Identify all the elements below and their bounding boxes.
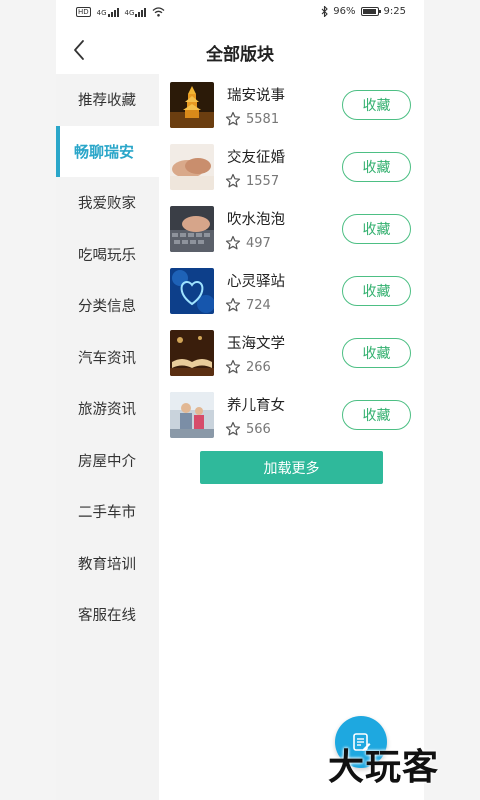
forum-list: 瑞安说事 5581 收藏 交友征婚 1557 收藏 吹水泡泡 497 收藏 心灵… — [159, 74, 424, 800]
sidebar-item-classifieds[interactable]: 分类信息 — [56, 280, 159, 332]
top-bar: 全部版块 — [56, 26, 424, 74]
list-item[interactable]: 交友征婚 1557 收藏 — [159, 136, 424, 198]
network-1: 4G — [97, 7, 119, 17]
list-item[interactable]: 心灵驿站 724 收藏 — [159, 260, 424, 322]
favorite-button[interactable]: 收藏 — [342, 338, 411, 368]
keyboard-typing-image — [170, 206, 214, 252]
list-item[interactable]: 玉海文学 266 收藏 — [159, 322, 424, 384]
blue-heart-image — [170, 268, 214, 314]
sidebar-item-label: 畅聊瑞安 — [74, 142, 135, 161]
follower-count: 5581 — [246, 112, 280, 127]
list-item[interactable]: 瑞安说事 5581 收藏 — [159, 74, 424, 136]
star-icon — [225, 297, 241, 312]
sidebar-item-travel-news[interactable]: 旅游资讯 — [56, 383, 159, 435]
follower-count: 724 — [246, 298, 271, 313]
follower-count: 566 — [246, 422, 271, 437]
load-more-button[interactable]: 加载更多 — [200, 451, 383, 484]
sidebar-item-label: 房屋中介 — [78, 453, 136, 470]
wifi-icon — [153, 7, 165, 17]
sidebar-item-label: 教育培训 — [78, 556, 136, 573]
battery-percent: 96% — [333, 6, 356, 17]
holding-hands-image — [170, 144, 214, 190]
follower-count: 1557 — [246, 174, 280, 189]
pagoda-night-image — [170, 82, 214, 128]
list-item[interactable]: 养儿育女 566 收藏 — [159, 384, 424, 446]
network-2: 4G — [125, 7, 147, 17]
battery-icon — [360, 7, 381, 16]
sidebar-item-used-cars[interactable]: 二手车市 — [56, 486, 159, 538]
status-right: 96% 9:25 — [321, 6, 406, 17]
sidebar-item-label: 推荐收藏 — [78, 93, 136, 110]
sidebar-item-auto-news[interactable]: 汽车资讯 — [56, 332, 159, 384]
sidebar-item-label: 旅游资讯 — [78, 402, 136, 419]
forum-title: 养儿育女 — [227, 398, 285, 414]
follower-count: 497 — [246, 236, 271, 251]
clock: 9:25 — [383, 6, 406, 17]
star-icon — [225, 421, 241, 436]
sidebar-item-label: 客服在线 — [78, 608, 136, 625]
forum-title: 交友征婚 — [227, 150, 285, 166]
star-icon — [225, 235, 241, 250]
sidebar-item-real-estate[interactable]: 房屋中介 — [56, 435, 159, 487]
family-photo-image — [170, 392, 214, 438]
sidebar-item-support[interactable]: 客服在线 — [56, 589, 159, 641]
sidebar-item-label: 汽车资讯 — [78, 350, 136, 367]
hd-badge: HD — [76, 7, 91, 17]
sidebar-item-label: 吃喝玩乐 — [78, 247, 136, 264]
favorite-button[interactable]: 收藏 — [342, 152, 411, 182]
signal-icon — [107, 7, 119, 17]
forum-title: 瑞安说事 — [227, 88, 285, 104]
status-bar: HD 4G 4G 96% 9:25 — [56, 0, 424, 26]
favorite-button[interactable]: 收藏 — [342, 214, 411, 244]
follower-count: 266 — [246, 360, 271, 375]
list-item[interactable]: 吹水泡泡 497 收藏 — [159, 198, 424, 260]
sidebar-item-recommended[interactable]: 推荐收藏 — [56, 74, 159, 126]
favorite-button[interactable]: 收藏 — [342, 276, 411, 306]
star-icon — [225, 111, 241, 126]
sidebar-item-shopping[interactable]: 我爱败家 — [56, 177, 159, 229]
sidebar-item-food-fun[interactable]: 吃喝玩乐 — [56, 229, 159, 281]
sidebar-item-label: 我爱败家 — [78, 196, 136, 213]
star-icon — [225, 173, 241, 188]
open-book-image — [170, 330, 214, 376]
watermark-logo: 大玩客 — [328, 747, 440, 788]
forum-title: 玉海文学 — [227, 336, 285, 352]
sidebar-item-label: 二手车市 — [78, 505, 136, 522]
bluetooth-icon — [321, 6, 329, 17]
page-title: 全部版块 — [206, 45, 274, 65]
sidebar-item-education[interactable]: 教育培训 — [56, 538, 159, 590]
favorite-button[interactable]: 收藏 — [342, 90, 411, 120]
app-screen: HD 4G 4G 96% 9:25 全部版块 推荐收藏 畅聊瑞安 我爱败家 吃喝… — [0, 0, 480, 800]
status-left: HD 4G 4G — [76, 7, 165, 17]
favorite-button[interactable]: 收藏 — [342, 400, 411, 430]
sidebar-item-label: 分类信息 — [78, 299, 136, 316]
category-sidebar: 推荐收藏 畅聊瑞安 我爱败家 吃喝玩乐 分类信息 汽车资讯 旅游资讯 房屋中介 … — [56, 74, 159, 800]
sidebar-item-chat[interactable]: 畅聊瑞安 — [56, 125, 159, 177]
forum-title: 心灵驿站 — [227, 274, 285, 290]
forum-title: 吹水泡泡 — [227, 212, 285, 228]
star-icon — [225, 359, 241, 374]
signal-icon — [135, 7, 147, 17]
